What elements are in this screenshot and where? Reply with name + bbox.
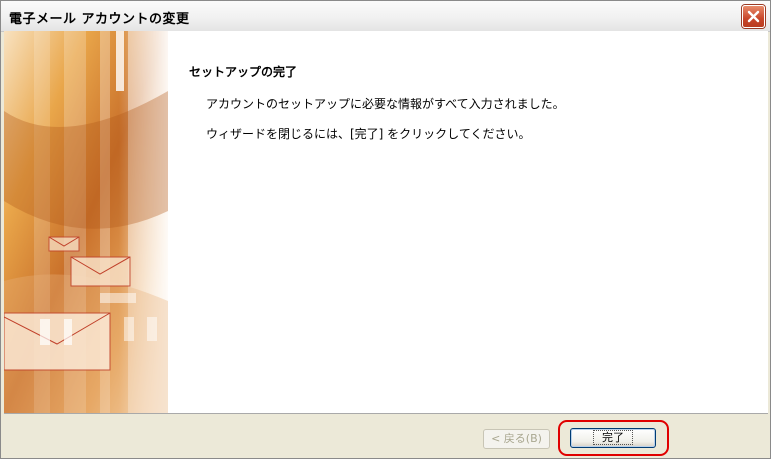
back-button[interactable]: < 戻る(B) <box>483 429 550 449</box>
close-icon <box>747 10 760 23</box>
page-heading: セットアップの完了 <box>189 65 298 79</box>
wizard-side-art <box>4 31 168 413</box>
close-instruction: ウィザードを閉じるには、[完了] をクリックしてください。 <box>206 127 531 141</box>
finish-button[interactable]: 完了 <box>570 428 656 448</box>
wizard-window: 電子メール アカウントの変更 セットアップの完了 アカウントのセットアップに必要… <box>0 0 771 459</box>
envelope-art-image <box>4 31 168 413</box>
completion-message: アカウントのセットアップに必要な情報がすべて入力されました。 <box>206 97 565 111</box>
wizard-page: セットアップの完了 アカウントのセットアップに必要な情報がすべて入力されました。… <box>4 31 768 414</box>
finish-button-label: 完了 <box>593 430 633 445</box>
window-title: 電子メール アカウントの変更 <box>9 12 190 27</box>
close-button[interactable] <box>742 5 765 28</box>
title-bar[interactable]: 電子メール アカウントの変更 <box>1 1 770 32</box>
